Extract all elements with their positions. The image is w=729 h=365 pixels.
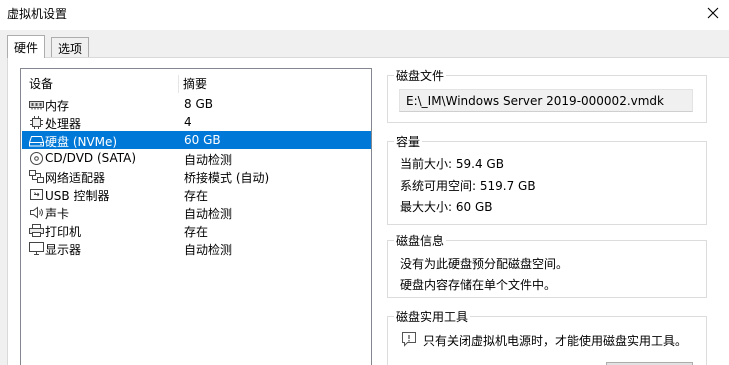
disk-utilities-title: 磁盘实用工具: [394, 308, 471, 325]
device-row-usb-controller[interactable]: USB 控制器 存在: [22, 185, 371, 203]
device-name: 声卡: [45, 207, 70, 221]
device-name: 硬盘 (NVMe): [45, 135, 118, 149]
current-size: 当前大小: 59.4 GB: [400, 157, 504, 171]
device-row-sound-card[interactable]: 声卡 自动检测: [22, 203, 371, 221]
display-icon: [28, 241, 44, 255]
info-icon: [402, 332, 416, 347]
device-summary: 自动检测: [184, 243, 233, 257]
device-list-header: 设备 摘要: [21, 75, 371, 93]
max-size: 最大大小: 60 GB: [400, 200, 493, 214]
device-row-hard-disk[interactable]: 硬盘 (NVMe) 60 GB: [22, 131, 371, 149]
processor-icon: [28, 115, 44, 129]
device-summary: 60 GB: [184, 133, 221, 147]
window-title: 虚拟机设置: [7, 7, 68, 21]
device-summary: 8 GB: [184, 97, 213, 111]
tab-options-label: 选项: [58, 41, 83, 56]
device-name: 显示器: [45, 243, 82, 257]
disk-info-preallocation: 没有为此硬盘预分配磁盘空间。: [400, 257, 569, 271]
device-summary: 桥接模式 (自动): [184, 171, 270, 185]
device-name: 处理器: [45, 117, 82, 131]
column-header-summary[interactable]: 摘要: [183, 75, 207, 92]
device-summary: 存在: [184, 225, 209, 239]
device-name: 网络适配器: [45, 171, 106, 185]
disk-info-title: 磁盘信息: [394, 232, 447, 249]
device-row-display[interactable]: 显示器 自动检测: [22, 239, 371, 257]
network-adapter-icon: [28, 169, 44, 183]
device-row-network-adapter[interactable]: 网络适配器 桥接模式 (自动): [22, 167, 371, 185]
device-row-memory[interactable]: 内存 8 GB: [22, 95, 371, 113]
device-row-cd-dvd[interactable]: CD/DVD (SATA) 自动检测: [22, 149, 371, 167]
column-header-device[interactable]: 设备: [29, 75, 53, 92]
usb-icon: [28, 187, 44, 201]
tab-hardware-label: 硬件: [14, 40, 39, 55]
device-summary: 存在: [184, 189, 209, 203]
disk-file-path-field[interactable]: E:\_IM\Windows Server 2019-000002.vmdk: [399, 89, 693, 112]
device-summary: 自动检测: [184, 207, 233, 221]
device-summary: 自动检测: [184, 153, 233, 167]
column-separator[interactable]: [178, 75, 179, 93]
device-list[interactable]: 设备 摘要 内存 8 GB 处理器 4 硬盘 (NVMe) 60 GB CD/D…: [20, 68, 372, 365]
capacity-title: 容量: [394, 133, 423, 150]
close-icon: [707, 7, 719, 19]
cd-dvd-icon: [28, 151, 44, 165]
device-name: 打印机: [45, 225, 82, 239]
sound-card-icon: [28, 205, 44, 219]
disk-file-title: 磁盘文件: [394, 67, 447, 84]
tab-hardware[interactable]: 硬件: [7, 35, 46, 58]
device-row-processor[interactable]: 处理器 4: [22, 113, 371, 131]
close-button[interactable]: [700, 2, 726, 24]
device-name: 内存: [45, 99, 70, 113]
printer-icon: [28, 223, 44, 237]
disk-file-path: E:\_IM\Windows Server 2019-000002.vmdk: [406, 94, 664, 108]
device-summary: 4: [184, 115, 192, 129]
device-name: USB 控制器: [45, 189, 110, 203]
title-bar: 虚拟机设置: [0, 0, 729, 30]
device-name: CD/DVD (SATA): [45, 151, 137, 165]
device-row-printer[interactable]: 打印机 存在: [22, 221, 371, 239]
disk-utilities-note: 只有关闭虚拟机电源时，才能使用磁盘实用工具。: [423, 334, 688, 348]
available-space: 系统可用空间: 519.7 GB: [400, 179, 536, 193]
hard-disk-icon: [28, 133, 44, 147]
disk-info-storage: 硬盘内容存储在单个文件中。: [400, 278, 557, 292]
memory-icon: [28, 97, 44, 111]
tab-options[interactable]: 选项: [51, 37, 90, 58]
